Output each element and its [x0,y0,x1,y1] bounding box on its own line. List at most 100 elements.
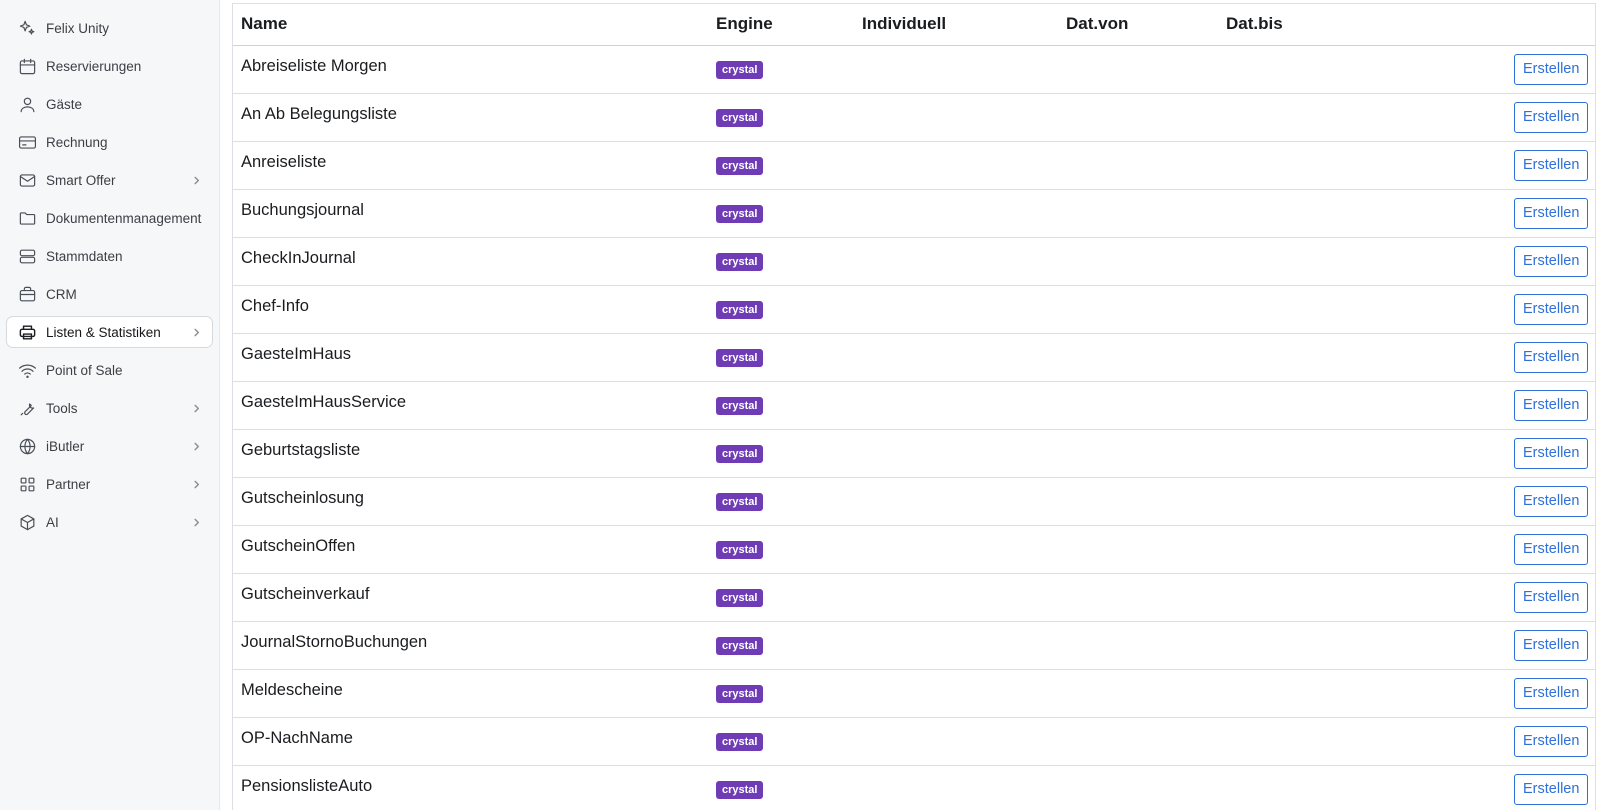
erstellen-button[interactable]: Erstellen [1514,677,1589,709]
column-header-name[interactable]: Name [233,4,708,46]
dat-von-cell [1058,669,1218,718]
table-row: Geburtstagsliste crystal Erstellen [233,429,1595,478]
action-cell: Erstellen [1370,285,1595,334]
engine-badge: crystal [716,781,764,799]
dat-von-cell [1058,237,1218,286]
erstellen-button[interactable]: Erstellen [1514,533,1589,565]
individuell-cell [854,237,1058,286]
sidebar-item-rechnung[interactable]: Rechnung [6,126,213,158]
sidebar-item-crm[interactable]: CRM [6,278,213,310]
table-row: Abreiseliste Morgen crystal Erstellen [233,45,1595,94]
sidebar-item-reservierungen[interactable]: Reservierungen [6,50,213,82]
column-header-engine[interactable]: Engine [708,4,854,46]
action-cell: Erstellen [1370,525,1595,574]
engine-badge: crystal [716,541,764,559]
action-cell: Erstellen [1370,573,1595,622]
dat-von-cell [1058,141,1218,190]
action-cell: Erstellen [1370,717,1595,766]
table-row: GutscheinOffen crystal Erstellen [233,525,1595,574]
column-header-dat-von[interactable]: Dat.von [1058,4,1218,46]
action-cell: Erstellen [1370,333,1595,382]
erstellen-button[interactable]: Erstellen [1514,101,1589,133]
sidebar-item-partner[interactable]: Partner [6,468,213,500]
dat-von-cell [1058,285,1218,334]
engine-cell: crystal [708,429,854,478]
action-cell: Erstellen [1370,189,1595,238]
sidebar-item-dokumentenmanagement[interactable]: Dokumentenmanagement [6,202,213,234]
individuell-cell [854,429,1058,478]
printer-icon [17,322,37,342]
sidebar-item-ibutler[interactable]: iButler [6,430,213,462]
table-row: OP-NachName crystal Erstellen [233,717,1595,766]
individuell-cell [854,765,1058,810]
dat-bis-cell [1218,189,1370,238]
erstellen-button[interactable]: Erstellen [1514,53,1589,85]
table-row: An Ab Belegungsliste crystal Erstellen [233,93,1595,142]
report-name: Gutscheinlosung [233,477,708,526]
server-icon [17,246,37,266]
engine-cell: crystal [708,621,854,670]
sidebar-item-smart-offer[interactable]: Smart Offer [6,164,213,196]
sidebar-item-gaeste[interactable]: Gäste [6,88,213,120]
erstellen-button[interactable]: Erstellen [1514,773,1589,805]
individuell-cell [854,189,1058,238]
erstellen-button[interactable]: Erstellen [1514,485,1589,517]
report-name: Chef-Info [233,285,708,334]
reports-table: Name Engine Individuell Dat.von Dat.bis … [233,4,1595,810]
report-name: GaesteImHausService [233,381,708,430]
engine-cell: crystal [708,141,854,190]
sidebar-item-felix-unity[interactable]: Felix Unity [6,12,213,44]
erstellen-button[interactable]: Erstellen [1514,293,1589,325]
dat-von-cell [1058,765,1218,810]
engine-cell: crystal [708,285,854,334]
erstellen-button[interactable]: Erstellen [1514,581,1589,613]
engine-cell: crystal [708,573,854,622]
individuell-cell [854,717,1058,766]
column-header-individuell[interactable]: Individuell [854,4,1058,46]
sidebar-item-label: Gäste [46,96,83,112]
report-name: OP-NachName [233,717,708,766]
erstellen-button[interactable]: Erstellen [1514,437,1589,469]
individuell-cell [854,141,1058,190]
folder-icon [17,208,37,228]
sidebar-item-stammdaten[interactable]: Stammdaten [6,240,213,272]
action-cell: Erstellen [1370,141,1595,190]
sidebar-item-label: Dokumentenmanagement [46,210,202,226]
table-row: GaesteImHaus crystal Erstellen [233,333,1595,382]
action-cell: Erstellen [1370,45,1595,94]
report-name: JournalStornoBuchungen [233,621,708,670]
individuell-cell [854,45,1058,94]
individuell-cell [854,477,1058,526]
erstellen-button[interactable]: Erstellen [1514,197,1589,229]
erstellen-button[interactable]: Erstellen [1514,341,1589,373]
erstellen-button[interactable]: Erstellen [1514,149,1589,181]
engine-cell: crystal [708,237,854,286]
dat-von-cell [1058,45,1218,94]
briefcase-icon [17,284,37,304]
table-row: PensionslisteAuto crystal Erstellen [233,765,1595,810]
erstellen-button[interactable]: Erstellen [1514,725,1589,757]
dat-von-cell [1058,717,1218,766]
sidebar-item-point-of-sale[interactable]: Point of Sale [6,354,213,386]
sidebar-item-tools[interactable]: Tools [6,392,213,424]
sidebar-item-ai[interactable]: AI [6,506,213,538]
erstellen-button[interactable]: Erstellen [1514,389,1589,421]
dat-von-cell [1058,429,1218,478]
dat-bis-cell [1218,93,1370,142]
sidebar-item-listen-and-statistiken[interactable]: Listen & Statistiken [6,316,213,348]
sidebar-item-label: Felix Unity [46,20,110,36]
column-header-dat-bis[interactable]: Dat.bis [1218,4,1370,46]
report-name: Meldescheine [233,669,708,718]
engine-badge: crystal [716,445,764,463]
engine-cell: crystal [708,93,854,142]
report-name: Buchungsjournal [233,189,708,238]
grid-icon [17,474,37,494]
erstellen-button[interactable]: Erstellen [1514,629,1589,661]
engine-badge: crystal [716,253,764,271]
report-name: PensionslisteAuto [233,765,708,810]
sidebar: Felix Unity Reservierungen Gäste Rechnung Sm… [0,0,220,810]
dat-bis-cell [1218,573,1370,622]
report-name: Abreiseliste Morgen [233,45,708,94]
erstellen-button[interactable]: Erstellen [1514,245,1589,277]
sidebar-item-label: iButler [46,438,85,454]
